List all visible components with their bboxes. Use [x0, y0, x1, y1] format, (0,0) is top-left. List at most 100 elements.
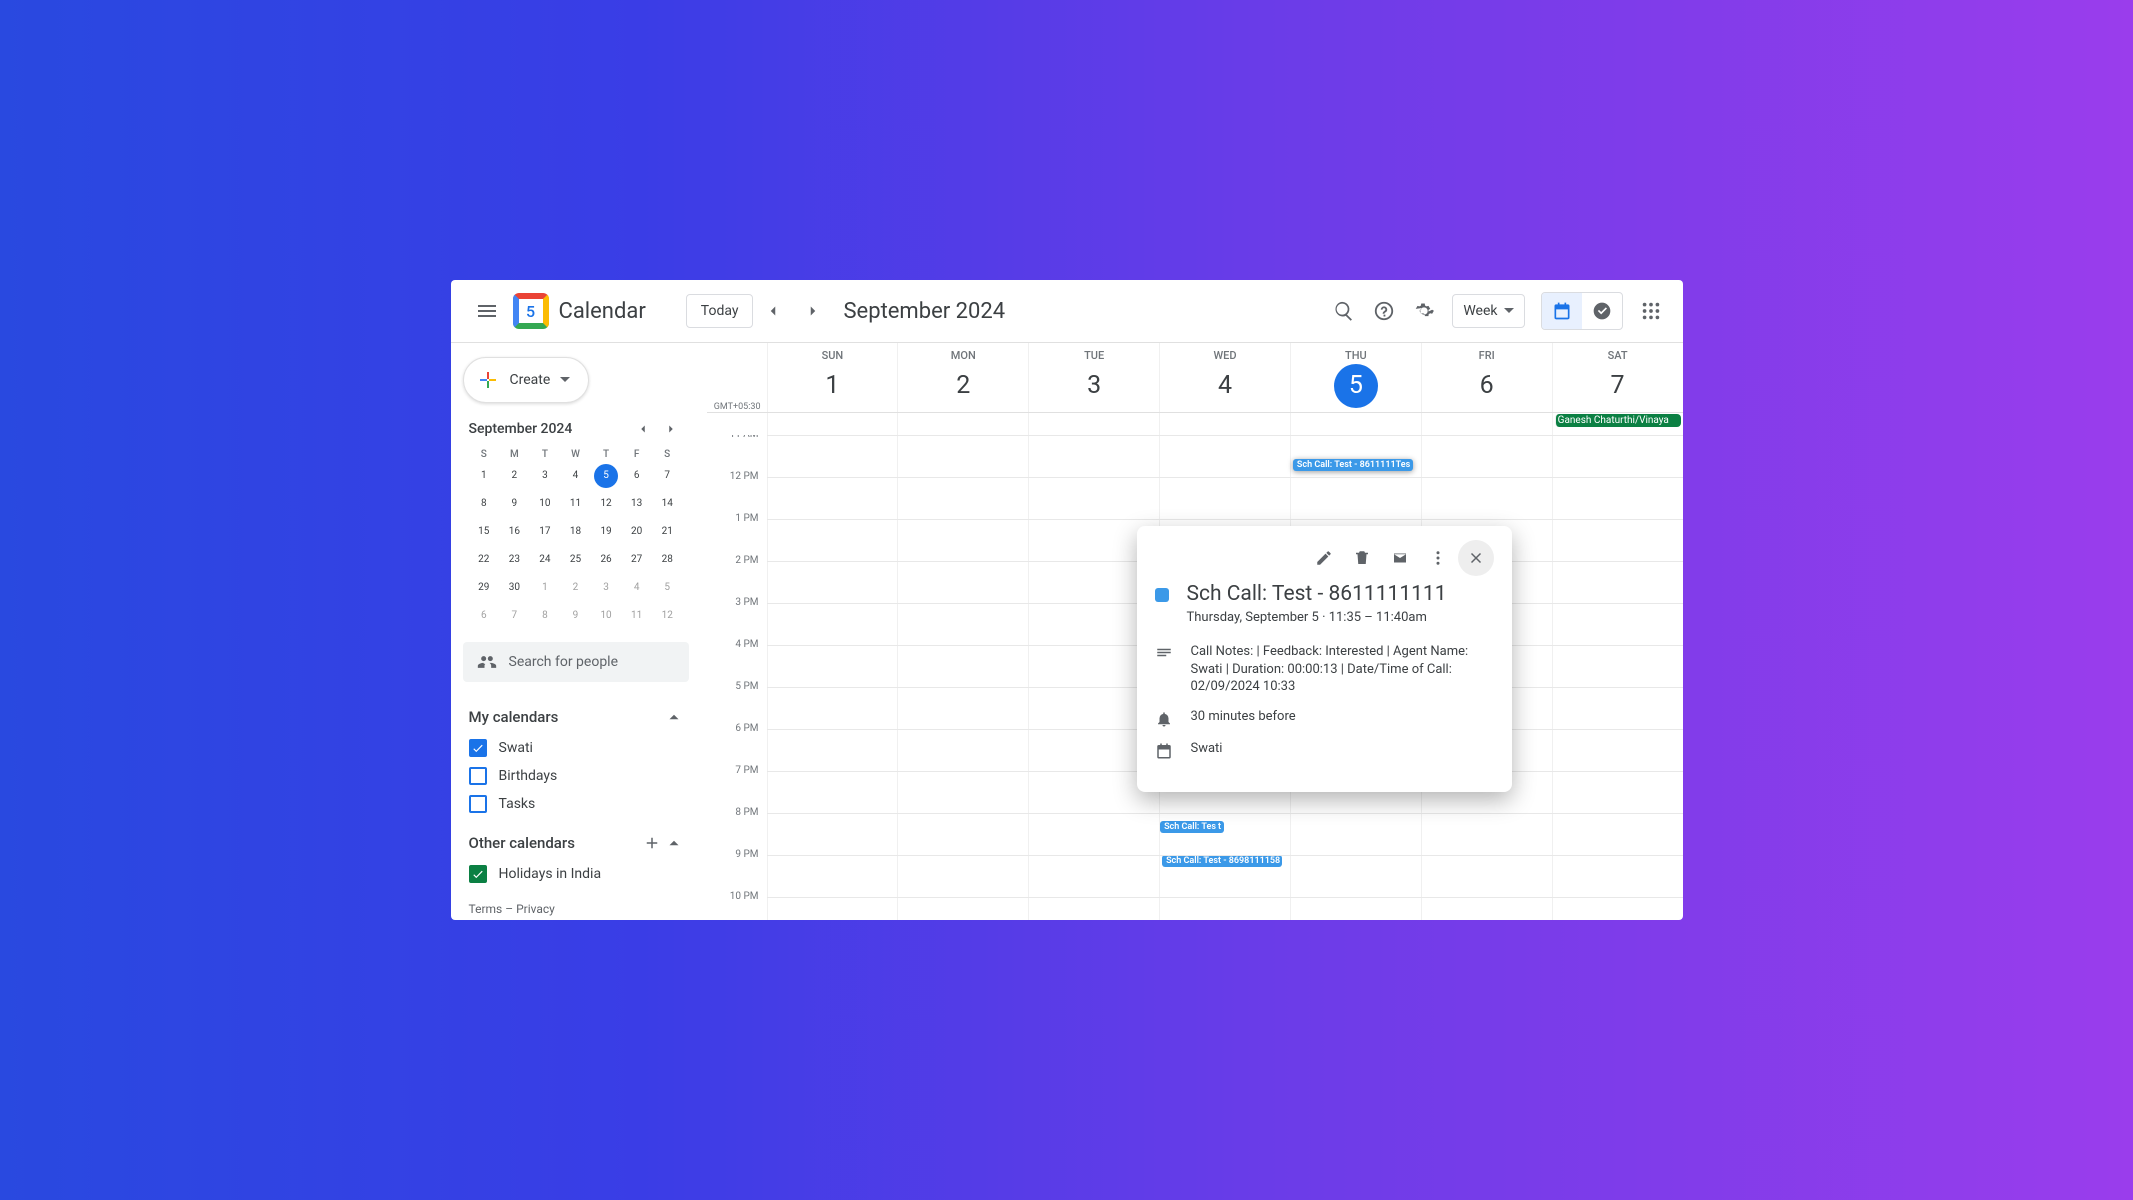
- other-calendars-header[interactable]: Other calendars: [469, 826, 683, 860]
- day-column[interactable]: [897, 435, 1028, 920]
- time-gutter: 11 AM12 PM1 PM2 PM3 PM4 PM5 PM6 PM7 PM8 …: [707, 435, 767, 920]
- menu-button[interactable]: [463, 287, 511, 335]
- mini-day[interactable]: 22: [472, 548, 496, 572]
- day-header[interactable]: FRI6: [1421, 343, 1552, 412]
- mini-day[interactable]: 5: [655, 576, 679, 600]
- mini-day[interactable]: 14: [655, 492, 679, 516]
- mini-day[interactable]: 3: [533, 464, 557, 488]
- email-button[interactable]: [1382, 540, 1418, 576]
- my-calendars-header[interactable]: My calendars: [469, 700, 683, 734]
- mini-day[interactable]: 2: [563, 576, 587, 600]
- day-column[interactable]: [1552, 435, 1683, 920]
- create-button[interactable]: Create: [463, 357, 590, 403]
- day-number[interactable]: 4: [1203, 364, 1247, 408]
- mini-day[interactable]: 21: [655, 520, 679, 544]
- mini-prev-button[interactable]: [631, 417, 655, 441]
- mini-day[interactable]: 12: [655, 604, 679, 628]
- mini-day[interactable]: 8: [472, 492, 496, 516]
- mini-day[interactable]: 4: [563, 464, 587, 488]
- day-header[interactable]: THU5: [1290, 343, 1421, 412]
- calendar-checkbox[interactable]: [469, 795, 487, 813]
- day-number[interactable]: 3: [1072, 364, 1116, 408]
- event-chip[interactable]: Sch Call: Test - 8611111Tes: [1293, 459, 1413, 471]
- calendar-item[interactable]: Swati: [469, 734, 683, 762]
- event-chip[interactable]: Sch Call: Test - 8698111158: [1162, 855, 1282, 867]
- day-header[interactable]: MON2: [897, 343, 1028, 412]
- mini-day[interactable]: 16: [502, 520, 526, 544]
- mini-next-button[interactable]: [659, 417, 683, 441]
- prev-week-button[interactable]: [755, 293, 791, 329]
- terms-link[interactable]: Terms: [469, 902, 503, 916]
- calendar-toggle[interactable]: [1542, 293, 1582, 329]
- mini-day[interactable]: 12: [594, 492, 618, 516]
- mini-day[interactable]: 15: [472, 520, 496, 544]
- allday-event[interactable]: Ganesh Chaturthi/Vinaya: [1555, 414, 1681, 427]
- today-button[interactable]: Today: [686, 294, 754, 328]
- mini-day[interactable]: 6: [625, 464, 649, 488]
- tasks-toggle[interactable]: [1582, 293, 1622, 329]
- close-button[interactable]: [1458, 540, 1494, 576]
- mini-day[interactable]: 13: [625, 492, 649, 516]
- mini-day[interactable]: 26: [594, 548, 618, 572]
- mini-day[interactable]: 29: [472, 576, 496, 600]
- calendar-checkbox[interactable]: [469, 767, 487, 785]
- mini-day[interactable]: 19: [594, 520, 618, 544]
- apps-button[interactable]: [1631, 291, 1671, 331]
- delete-button[interactable]: [1344, 540, 1380, 576]
- mini-day[interactable]: 1: [472, 464, 496, 488]
- mini-day[interactable]: 17: [533, 520, 557, 544]
- mini-day[interactable]: 7: [502, 604, 526, 628]
- calendar-item[interactable]: Tasks: [469, 790, 683, 818]
- mini-day[interactable]: 4: [625, 576, 649, 600]
- calendar-item[interactable]: Birthdays: [469, 762, 683, 790]
- event-chip[interactable]: Sch Call: Tes: [1160, 821, 1218, 833]
- edit-button[interactable]: [1306, 540, 1342, 576]
- more-icon: [1429, 549, 1447, 567]
- mini-day[interactable]: 6: [472, 604, 496, 628]
- mini-day[interactable]: 2: [502, 464, 526, 488]
- search-button[interactable]: [1324, 291, 1364, 331]
- day-number[interactable]: 7: [1596, 364, 1640, 408]
- day-header[interactable]: TUE3: [1028, 343, 1159, 412]
- mini-day[interactable]: 8: [533, 604, 557, 628]
- help-button[interactable]: [1364, 291, 1404, 331]
- mini-day[interactable]: 9: [563, 604, 587, 628]
- add-icon[interactable]: [643, 834, 661, 852]
- mini-day[interactable]: 3: [594, 576, 618, 600]
- day-header[interactable]: SAT7: [1552, 343, 1683, 412]
- mini-day[interactable]: 10: [533, 492, 557, 516]
- calendar-item[interactable]: Holidays in India: [469, 860, 683, 888]
- privacy-link[interactable]: Privacy: [516, 902, 555, 916]
- mini-day[interactable]: 28: [655, 548, 679, 572]
- mini-day[interactable]: 11: [625, 604, 649, 628]
- view-selector[interactable]: Week: [1452, 294, 1524, 328]
- day-number[interactable]: 5: [1334, 364, 1378, 408]
- mini-day[interactable]: 23: [502, 548, 526, 572]
- mini-day[interactable]: 24: [533, 548, 557, 572]
- main: Create September 2024 SMTWTFS12345678910…: [451, 343, 1683, 920]
- day-number[interactable]: 6: [1465, 364, 1509, 408]
- mini-day[interactable]: 1: [533, 576, 557, 600]
- day-header[interactable]: WED4: [1159, 343, 1290, 412]
- mini-day[interactable]: 30: [502, 576, 526, 600]
- mini-day[interactable]: 25: [563, 548, 587, 572]
- mini-day[interactable]: 9: [502, 492, 526, 516]
- day-column[interactable]: [767, 435, 898, 920]
- calendar-checkbox[interactable]: [469, 865, 487, 883]
- mini-day[interactable]: 18: [563, 520, 587, 544]
- settings-button[interactable]: [1404, 291, 1444, 331]
- mini-day[interactable]: 20: [625, 520, 649, 544]
- mini-day[interactable]: 10: [594, 604, 618, 628]
- search-people-input[interactable]: Search for people: [463, 642, 689, 682]
- mini-dow: S: [469, 449, 500, 460]
- day-header[interactable]: SUN1: [767, 343, 898, 412]
- day-number[interactable]: 2: [941, 364, 985, 408]
- next-week-button[interactable]: [795, 293, 831, 329]
- day-number[interactable]: 1: [810, 364, 854, 408]
- options-button[interactable]: [1420, 540, 1456, 576]
- mini-day[interactable]: 7: [655, 464, 679, 488]
- calendar-checkbox[interactable]: [469, 739, 487, 757]
- mini-day[interactable]: 11: [563, 492, 587, 516]
- mini-day[interactable]: 27: [625, 548, 649, 572]
- mini-day[interactable]: 5: [594, 464, 618, 488]
